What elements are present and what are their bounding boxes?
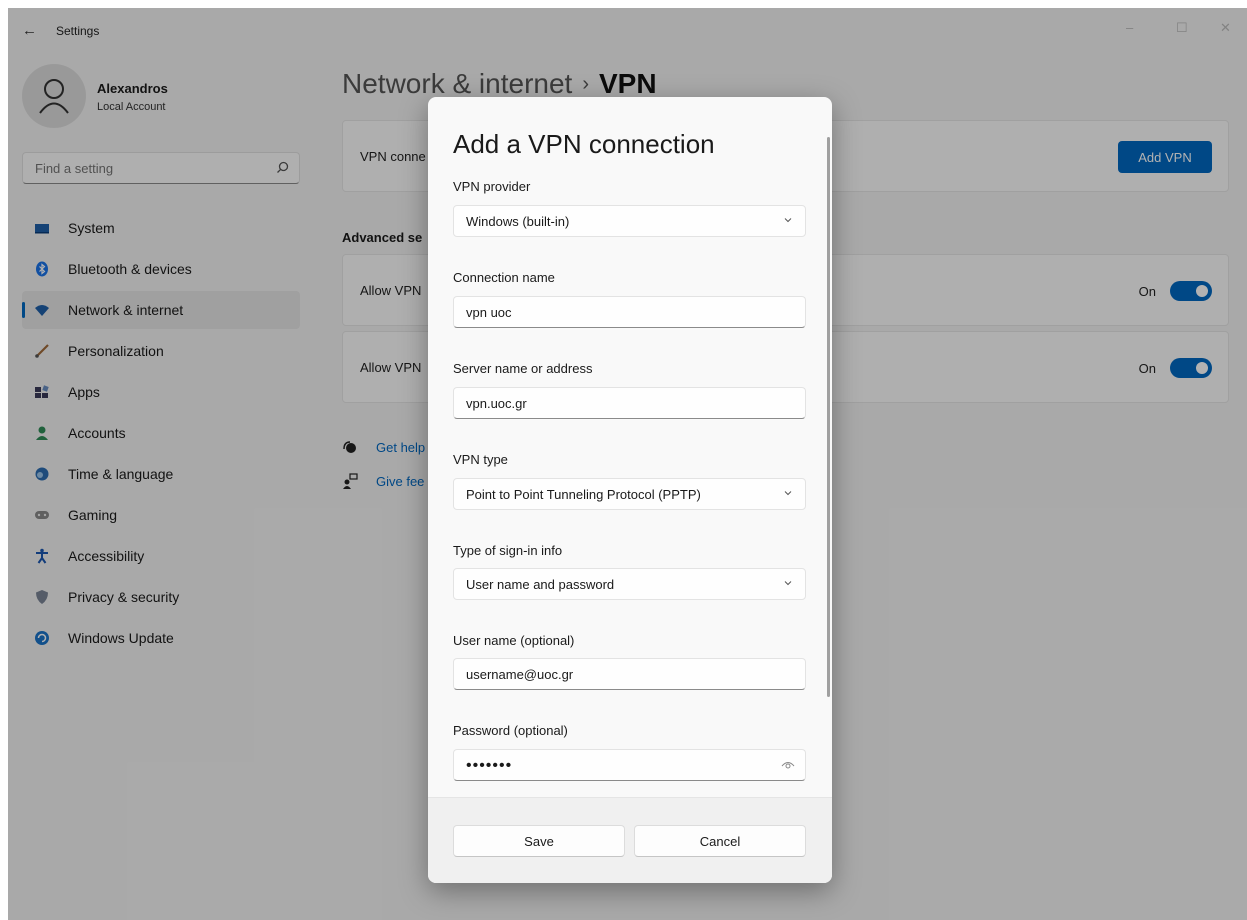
vpn-provider-value: Windows (built-in) <box>466 214 570 229</box>
vpn-type-label: VPN type <box>453 452 508 467</box>
vpn-type-dropdown[interactable]: Point to Point Tunneling Protocol (PPTP) <box>453 478 806 510</box>
cancel-button[interactable]: Cancel <box>634 825 806 857</box>
chevron-down-icon <box>784 581 792 586</box>
dialog-body: Add a VPN connection VPN provider Window… <box>428 97 832 797</box>
reveal-password-icon[interactable] <box>781 759 795 771</box>
dialog-footer: Save Cancel <box>428 797 832 883</box>
server-address-value: vpn.uoc.gr <box>466 396 527 411</box>
connection-name-field[interactable]: vpn uoc <box>453 296 806 328</box>
password-value: ••••••• <box>466 757 513 774</box>
password-label: Password (optional) <box>453 723 568 738</box>
username-field[interactable]: username@uoc.gr <box>453 658 806 690</box>
dialog-title: Add a VPN connection <box>453 129 715 159</box>
chevron-down-icon <box>784 491 792 496</box>
dialog-scrollbar[interactable] <box>827 137 830 697</box>
username-value: username@uoc.gr <box>466 667 574 682</box>
signin-type-value: User name and password <box>466 577 615 592</box>
vpn-provider-dropdown[interactable]: Windows (built-in) <box>453 205 806 237</box>
vpn-type-value: Point to Point Tunneling Protocol (PPTP) <box>466 487 701 502</box>
username-label: User name (optional) <box>453 633 575 648</box>
add-vpn-dialog: Add a VPN connection VPN provider Window… <box>428 97 832 883</box>
signin-type-label: Type of sign-in info <box>453 543 563 558</box>
connection-name-value: vpn uoc <box>466 305 512 320</box>
signin-type-dropdown[interactable]: User name and password <box>453 568 806 600</box>
vpn-provider-label: VPN provider <box>453 179 531 194</box>
server-address-field[interactable]: vpn.uoc.gr <box>453 387 806 419</box>
connection-name-label: Connection name <box>453 270 555 285</box>
chevron-down-icon <box>784 218 792 223</box>
save-button[interactable]: Save <box>453 825 625 857</box>
server-address-label: Server name or address <box>453 361 593 376</box>
password-field[interactable]: ••••••• <box>453 749 806 781</box>
